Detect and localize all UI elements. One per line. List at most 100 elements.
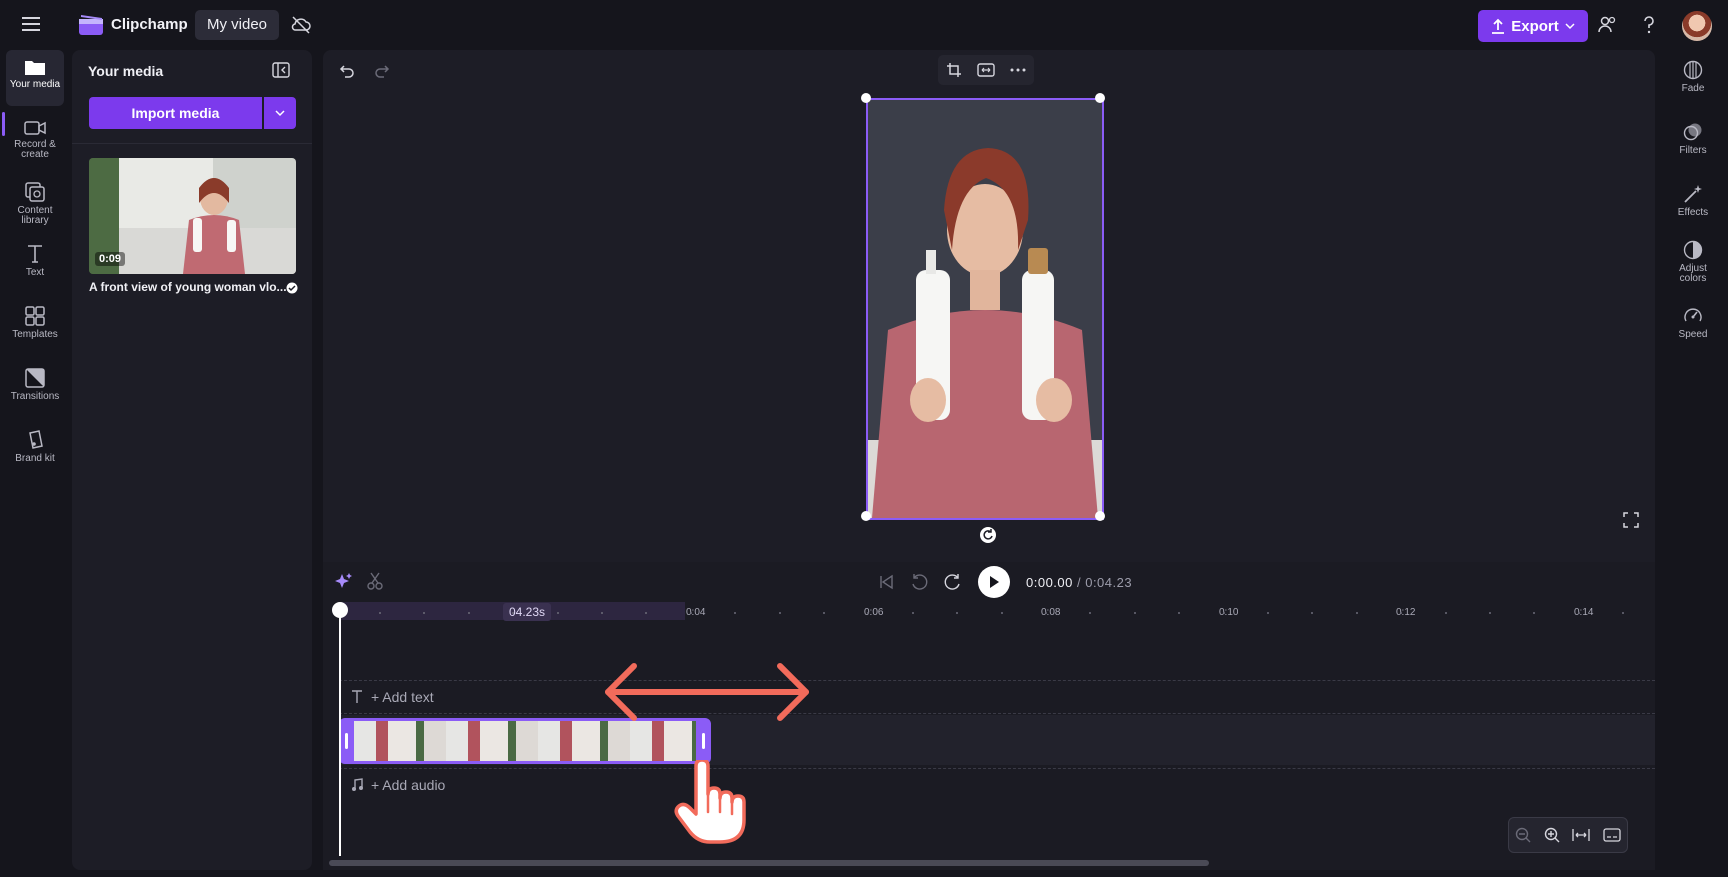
clip-trim-handle-right[interactable] bbox=[702, 733, 705, 749]
resize-handle-top-right[interactable] bbox=[1095, 93, 1105, 103]
rail-item-transitions[interactable]: Transitions bbox=[6, 360, 64, 416]
cloud-off-icon[interactable] bbox=[291, 16, 311, 34]
rail-item-fade[interactable]: Fade bbox=[1664, 54, 1722, 110]
media-duration: 0:09 bbox=[95, 252, 126, 266]
current-time: 0:00.00 bbox=[1026, 574, 1073, 590]
ruler-tick-dot bbox=[1444, 612, 1447, 614]
rail-item-templates[interactable]: Templates bbox=[6, 298, 64, 354]
playhead[interactable] bbox=[339, 610, 341, 856]
library-icon bbox=[24, 182, 46, 202]
resize-handle-bottom-left[interactable] bbox=[861, 511, 871, 521]
redo-icon[interactable] bbox=[374, 63, 390, 79]
export-button[interactable]: Export bbox=[1478, 10, 1588, 42]
share-people-icon[interactable] bbox=[1598, 15, 1618, 35]
total-time: 0:04.23 bbox=[1085, 574, 1133, 590]
speed-icon bbox=[1683, 306, 1703, 326]
rail-item-brand-kit[interactable]: Brand kit bbox=[6, 422, 64, 478]
timeline: 0:00.00 / 0:04.23 04.23s 0:04 0:06 0:08 … bbox=[323, 562, 1655, 870]
ruler-tick-label: 0:12 bbox=[1396, 607, 1416, 618]
forward-5-icon[interactable] bbox=[944, 573, 962, 591]
upload-icon bbox=[1491, 18, 1505, 34]
time-separator: / bbox=[1072, 574, 1086, 590]
rail-item-your-media[interactable]: Your media bbox=[6, 50, 64, 106]
text-icon bbox=[351, 690, 363, 704]
ruler-tick-dot bbox=[467, 612, 470, 614]
captions-icon[interactable] bbox=[1603, 828, 1621, 842]
play-button[interactable] bbox=[978, 566, 1010, 598]
ruler-tick-dot bbox=[1267, 612, 1269, 614]
uploaded-check-icon bbox=[286, 282, 298, 294]
rail-label: Content library bbox=[17, 205, 53, 226]
magic-sparkle-icon[interactable] bbox=[335, 572, 353, 590]
rotate-icon[interactable] bbox=[979, 526, 997, 544]
resize-handle-top-left[interactable] bbox=[861, 93, 871, 103]
playhead-handle[interactable] bbox=[332, 602, 348, 618]
top-bar: Clipchamp My video Export bbox=[0, 0, 1728, 50]
more-options-icon[interactable] bbox=[1010, 68, 1026, 72]
rail-item-speed[interactable]: Speed bbox=[1664, 300, 1722, 356]
import-options-dropdown[interactable] bbox=[264, 97, 296, 129]
left-navigation-rail: Your media Record & create Content libra… bbox=[0, 50, 70, 877]
playback-controls: 0:00.00 / 0:04.23 bbox=[878, 564, 1132, 600]
add-text-label: + Add text bbox=[371, 689, 434, 705]
clipchamp-logo-icon bbox=[78, 14, 104, 36]
video-preview-frame[interactable] bbox=[861, 93, 1105, 521]
media-panel-title: Your media bbox=[88, 63, 164, 79]
ruler-tick-dot bbox=[1178, 612, 1181, 614]
text-track[interactable]: + Add text bbox=[339, 680, 1655, 714]
rail-label: Your media bbox=[9, 79, 61, 90]
ruler-tick-dot bbox=[601, 612, 603, 614]
hamburger-menu-icon[interactable] bbox=[22, 16, 40, 32]
split-scissors-icon[interactable] bbox=[367, 572, 383, 590]
brand-name: Clipchamp bbox=[111, 16, 188, 33]
rewind-5-icon[interactable] bbox=[910, 573, 928, 591]
rail-label: Fade bbox=[1681, 83, 1705, 94]
right-properties-rail: Fade Filters Effects Adjust colors Speed bbox=[1658, 50, 1728, 877]
rail-item-content-library[interactable]: Content library bbox=[6, 174, 64, 230]
ruler-tick-dot bbox=[778, 612, 781, 614]
add-text-row[interactable]: + Add text bbox=[351, 689, 434, 705]
media-thumbnail[interactable]: 0:09 bbox=[89, 158, 296, 274]
rail-label: Text bbox=[25, 267, 45, 278]
preview-area bbox=[323, 50, 1655, 562]
rail-label: Filters bbox=[1679, 145, 1707, 156]
resize-handle-bottom-right[interactable] bbox=[1095, 511, 1105, 521]
rail-item-record-create[interactable]: Record & create bbox=[6, 112, 64, 168]
import-media-button[interactable]: Import media bbox=[89, 97, 262, 129]
user-avatar[interactable] bbox=[1682, 11, 1712, 41]
rail-item-text[interactable]: Text bbox=[6, 236, 64, 292]
timeline-scrollbar[interactable] bbox=[329, 860, 1209, 866]
audio-track[interactable]: + Add audio bbox=[339, 768, 1655, 802]
rail-item-effects[interactable]: Effects bbox=[1664, 178, 1722, 234]
adjust-colors-icon bbox=[1683, 240, 1703, 260]
project-title[interactable]: My video bbox=[195, 10, 280, 40]
zoom-in-icon[interactable] bbox=[1544, 827, 1560, 843]
rail-item-adjust-colors[interactable]: Adjust colors bbox=[1664, 234, 1722, 290]
undo-icon[interactable] bbox=[339, 63, 355, 79]
ruler-tick-dot bbox=[1133, 612, 1136, 614]
skip-to-start-icon[interactable] bbox=[878, 574, 894, 590]
add-audio-label: + Add audio bbox=[371, 777, 446, 793]
fullscreen-icon[interactable] bbox=[1623, 512, 1639, 528]
ruler-tick-dot bbox=[734, 612, 737, 614]
rail-label: Speed bbox=[1678, 329, 1708, 340]
rail-item-filters[interactable]: Filters bbox=[1664, 116, 1722, 172]
ruler-tick-dot bbox=[911, 612, 914, 614]
folder-icon bbox=[24, 58, 46, 76]
ruler-tick-dot bbox=[1577, 612, 1580, 614]
ruler-tick-dot bbox=[1355, 612, 1358, 614]
crop-icon[interactable] bbox=[946, 62, 962, 78]
help-icon[interactable] bbox=[1640, 15, 1658, 35]
fit-timeline-icon[interactable] bbox=[1572, 828, 1590, 842]
clip-trim-handle-left[interactable] bbox=[345, 733, 348, 749]
zoom-out-icon[interactable] bbox=[1515, 827, 1531, 843]
rail-label: Transitions bbox=[10, 391, 60, 402]
ruler-tick-label: 0:14 bbox=[1574, 607, 1594, 618]
play-icon bbox=[988, 575, 1000, 589]
add-audio-row[interactable]: + Add audio bbox=[351, 777, 445, 793]
fit-icon[interactable] bbox=[977, 63, 995, 77]
collapse-panel-icon[interactable] bbox=[272, 62, 290, 78]
transitions-icon bbox=[25, 368, 45, 388]
ruler-tick-dot bbox=[1222, 612, 1225, 614]
music-note-icon bbox=[351, 778, 363, 792]
